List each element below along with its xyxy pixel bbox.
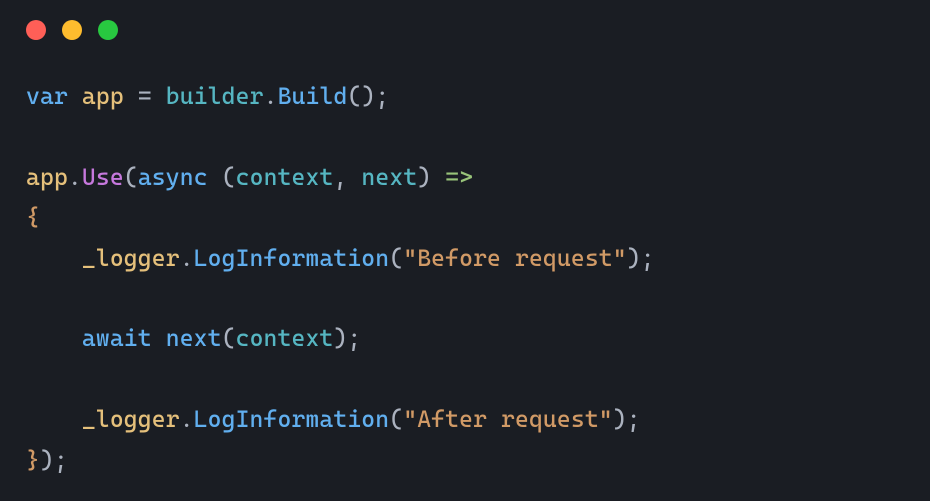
keyword-async: async	[138, 163, 208, 191]
semicolon: ;	[375, 82, 389, 110]
method-use: Use	[82, 163, 124, 191]
method-loginformation: LogInformation	[194, 405, 390, 433]
space	[152, 324, 166, 352]
open-paren: (	[389, 244, 403, 272]
space	[347, 163, 361, 191]
open-paren: (	[124, 163, 138, 191]
param-context: context	[236, 324, 334, 352]
close-icon[interactable]	[26, 20, 46, 40]
open-paren: (	[389, 405, 403, 433]
space	[68, 82, 82, 110]
close-paren: )	[613, 405, 627, 433]
ident-logger: _logger	[82, 244, 180, 272]
close-paren: )	[417, 163, 431, 191]
ident-app: app	[82, 82, 124, 110]
keyword-var: var	[26, 82, 68, 110]
space	[124, 82, 138, 110]
window-titlebar	[0, 0, 930, 50]
space	[152, 82, 166, 110]
string-after: "After request"	[403, 405, 613, 433]
dot: .	[68, 163, 82, 191]
open-paren: (	[222, 324, 236, 352]
space	[431, 163, 445, 191]
code-window: var app = builder.Build(); app.Use(async…	[0, 0, 930, 501]
open-paren: (	[222, 163, 236, 191]
ident-app: app	[26, 163, 68, 191]
semicolon: ;	[54, 446, 68, 474]
keyword-await: await	[82, 324, 152, 352]
ident-builder: builder	[166, 82, 264, 110]
dot: .	[264, 82, 278, 110]
semicolon: ;	[641, 244, 655, 272]
maximize-icon[interactable]	[98, 20, 118, 40]
string-before: "Before request"	[403, 244, 627, 272]
semicolon: ;	[627, 405, 641, 433]
open-paren: (	[347, 82, 361, 110]
method-next: next	[166, 324, 222, 352]
open-brace: {	[26, 203, 40, 231]
close-paren: )	[333, 324, 347, 352]
method-build: Build	[278, 82, 348, 110]
arrow: =>	[445, 163, 473, 191]
close-paren: )	[40, 446, 54, 474]
dot: .	[180, 405, 194, 433]
code-editor[interactable]: var app = builder.Build(); app.Use(async…	[0, 50, 930, 480]
space	[208, 163, 222, 191]
method-loginformation: LogInformation	[194, 244, 390, 272]
close-paren: )	[361, 82, 375, 110]
semicolon: ;	[347, 324, 361, 352]
dot: .	[180, 244, 194, 272]
close-paren: )	[627, 244, 641, 272]
comma: ,	[333, 163, 347, 191]
param-context: context	[236, 163, 334, 191]
ident-logger: _logger	[82, 405, 180, 433]
param-next: next	[361, 163, 417, 191]
close-brace: }	[26, 446, 40, 474]
op-assign: =	[138, 82, 152, 110]
minimize-icon[interactable]	[62, 20, 82, 40]
